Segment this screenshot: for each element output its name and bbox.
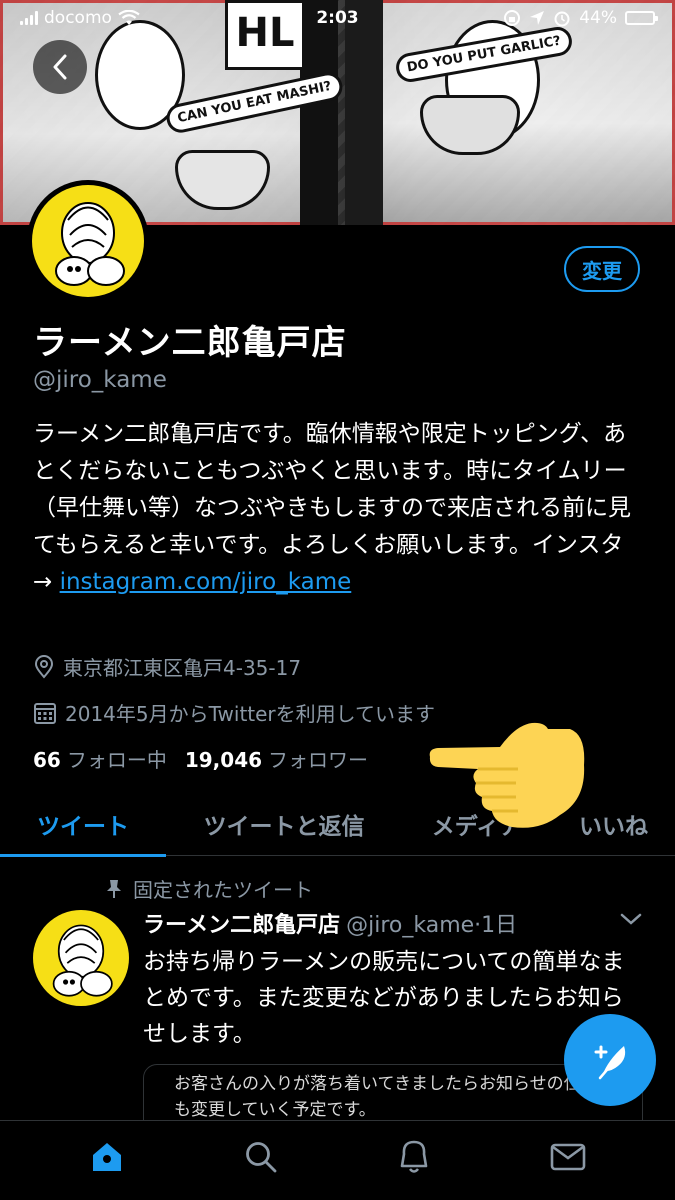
- status-right: 44%: [503, 8, 658, 28]
- profile-handle: @jiro_kame: [33, 367, 167, 393]
- home-icon: [92, 1142, 121, 1171]
- back-chevron-icon: [53, 54, 67, 80]
- following-label: フォロー中: [66, 748, 167, 772]
- pin-icon: [107, 879, 121, 898]
- compose-tweet-button[interactable]: [564, 1014, 656, 1106]
- profile-joined: 2014年5月からTwitterを利用しています: [33, 698, 435, 727]
- following-count: 66: [33, 748, 61, 772]
- location-pin-icon: [34, 654, 54, 679]
- tweet-avatar[interactable]: [33, 910, 129, 1006]
- wifi-icon: [118, 10, 140, 25]
- rotation-lock-icon: [504, 10, 521, 26]
- pinned-indicator: 固定されたツイート: [105, 874, 313, 903]
- location-text: 東京都江東区亀戸4-35-17: [63, 656, 302, 680]
- followers-label: フォロワー: [268, 748, 369, 772]
- nav-notifications[interactable]: [384, 1127, 444, 1187]
- mail-icon: [550, 1143, 586, 1170]
- follow-stats: 66 フォロー中 19,046 フォロワー: [33, 744, 368, 773]
- carrier-name: docomo: [44, 8, 112, 28]
- back-button[interactable]: [33, 40, 87, 94]
- followers-count: 19,046: [184, 748, 263, 772]
- avatar-illustration: [55, 202, 125, 286]
- bell-icon: [401, 1140, 428, 1173]
- profile-name: ラーメン二郎亀戸店: [33, 323, 347, 363]
- pinned-label: 固定されたツイート: [133, 878, 313, 902]
- avatar-image: [32, 185, 144, 297]
- carrier-info: docomo: [20, 8, 140, 28]
- tweet-text: お持ち帰りラーメンの販売についての簡単なまとめです。また変更などがありましたらお…: [143, 949, 625, 1047]
- compose-feather-icon: [594, 1045, 626, 1080]
- edit-profile-button[interactable]: 変更: [564, 246, 640, 292]
- bio-link[interactable]: instagram.com/jiro_kame: [60, 569, 352, 595]
- profile-location: 東京都江東区亀戸4-35-17: [33, 652, 301, 681]
- profile-bio: ラーメン二郎亀戸店です。臨休情報や限定トッピング、あとくだらないこともつぶやくと…: [33, 416, 638, 601]
- followers-link[interactable]: 19,046 フォロワー: [185, 744, 368, 773]
- tweet-author-name[interactable]: ラーメン二郎亀戸店: [143, 907, 340, 939]
- nav-search[interactable]: [231, 1127, 291, 1187]
- chevron-down-icon[interactable]: [620, 912, 642, 926]
- nav-home[interactable]: [77, 1127, 137, 1187]
- bottom-nav: [0, 1120, 675, 1200]
- signal-icon: [20, 11, 38, 25]
- following-link[interactable]: 66 フォロー中: [33, 744, 167, 773]
- tab-tweets-and-replies[interactable]: ツイートと返信: [166, 792, 402, 856]
- battery-icon: [625, 11, 658, 25]
- joined-text: 2014年5月からTwitterを利用しています: [65, 702, 436, 726]
- status-bar: docomo 2:03 44%: [0, 0, 675, 36]
- pointing-hand-icon: [429, 722, 585, 828]
- location-arrow-icon: [530, 11, 545, 25]
- nav-messages[interactable]: [538, 1127, 598, 1187]
- search-icon: [245, 1141, 277, 1172]
- battery-percent: 44%: [579, 8, 617, 28]
- calendar-icon: [34, 702, 56, 724]
- tweet-header: ラーメン二郎亀戸店 @jiro_kame·1日: [143, 907, 517, 939]
- alarm-icon: [554, 11, 570, 27]
- tab-tweets[interactable]: ツイート: [0, 792, 166, 857]
- avatar-illustration: [52, 924, 113, 997]
- profile-avatar[interactable]: [27, 180, 149, 302]
- tweet-handle-time: @jiro_kame·1日: [346, 913, 518, 938]
